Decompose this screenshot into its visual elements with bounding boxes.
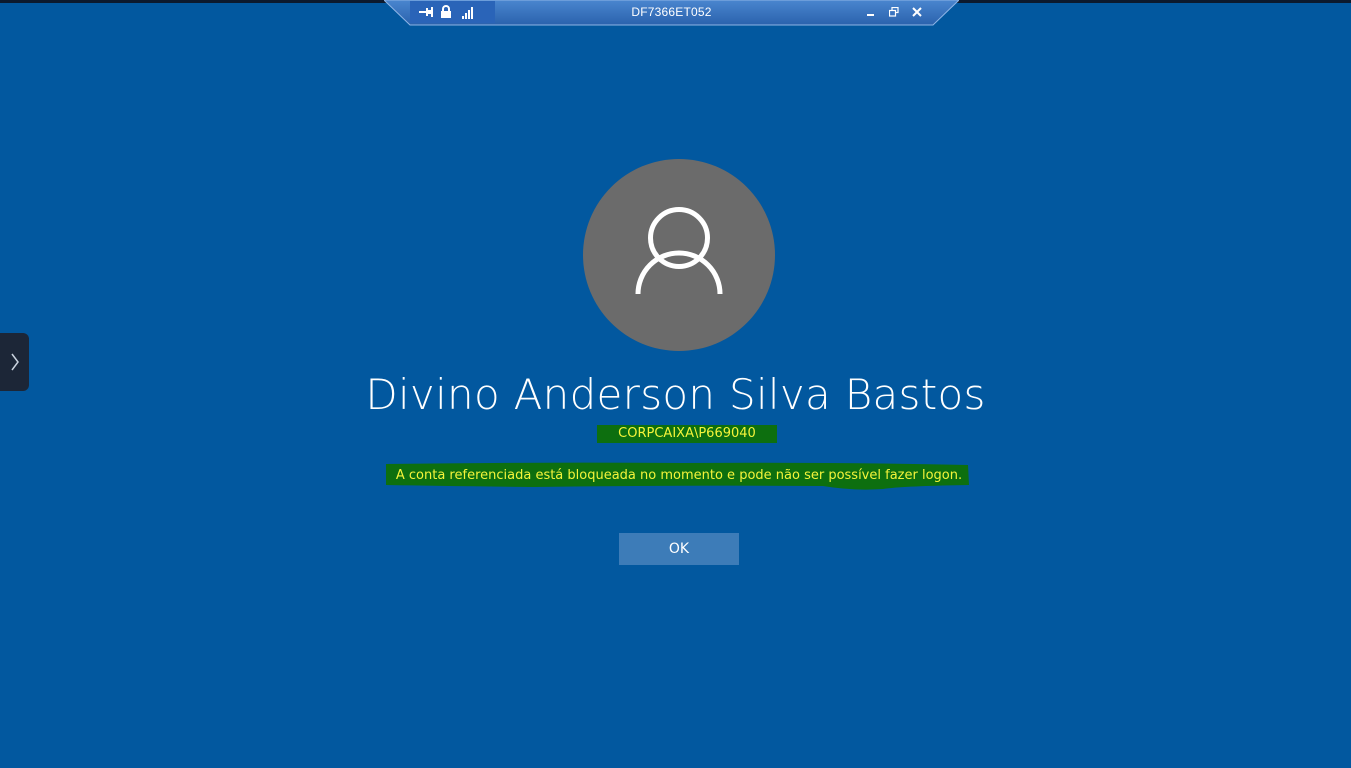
- pin-icon[interactable]: [418, 4, 434, 20]
- account-id: CORPCAIXA\P669040: [597, 425, 777, 443]
- avatar: [583, 159, 775, 351]
- rdp-host-title: DF7366ET052: [631, 5, 712, 19]
- minimize-icon[interactable]: [863, 4, 879, 20]
- rdp-connection-bar: DF7366ET052: [384, 0, 959, 27]
- account-locked-message: A conta referenciada está bloqueada no m…: [395, 468, 963, 483]
- user-icon: [635, 207, 723, 295]
- restore-icon[interactable]: [886, 4, 902, 20]
- ok-button[interactable]: OK: [619, 533, 739, 565]
- close-icon[interactable]: [909, 4, 925, 20]
- lock-icon[interactable]: [438, 4, 454, 20]
- chevron-right-icon: [10, 353, 19, 371]
- user-name: Divino Anderson Silva Bastos: [365, 370, 986, 419]
- signal-icon[interactable]: [460, 4, 476, 20]
